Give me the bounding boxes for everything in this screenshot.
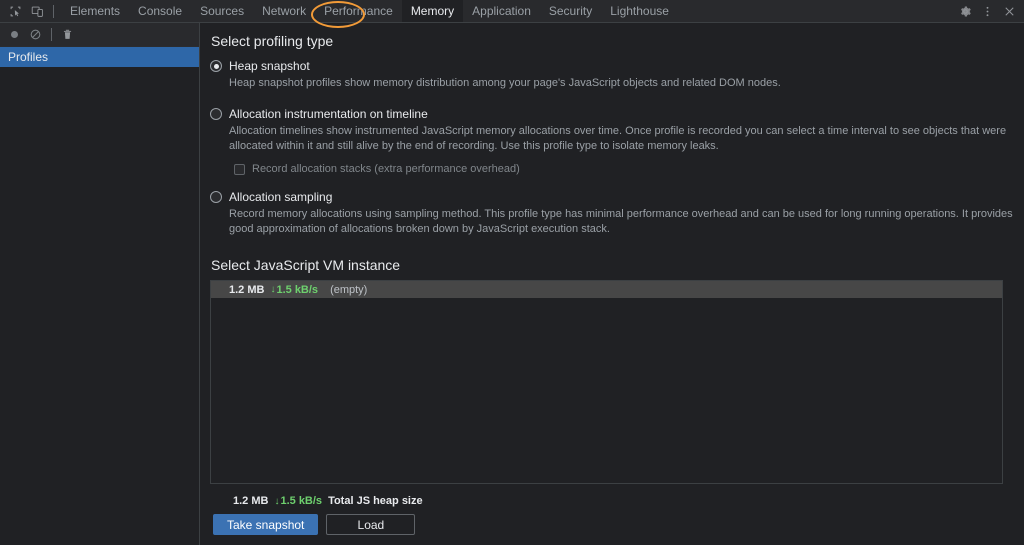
- profiling-type-title: Select profiling type: [211, 33, 1014, 49]
- tab-label: Console: [138, 4, 182, 18]
- radio-allocation-instrumentation[interactable]: [210, 108, 222, 120]
- take-snapshot-button[interactable]: Take snapshot: [213, 514, 318, 535]
- toolbar-divider: [53, 5, 54, 18]
- sidebar-toolbar: [0, 23, 199, 47]
- vm-rate-value: 1.5 kB/s: [276, 284, 318, 296]
- tab-application[interactable]: Application: [463, 0, 540, 22]
- memory-sidebar: Profiles: [0, 23, 200, 545]
- tab-label: Lighthouse: [610, 4, 669, 18]
- tab-label: Elements: [70, 4, 120, 18]
- checkbox-label: Record allocation stacks (extra performa…: [252, 163, 520, 175]
- memory-footer: 1.2 MB ↓1.5 kB/s Total JS heap size Take…: [210, 484, 1014, 545]
- sidebar-item-profiles[interactable]: Profiles: [0, 47, 199, 67]
- sidebar-toolbar-divider: [51, 28, 52, 41]
- tab-performance[interactable]: Performance: [315, 0, 402, 22]
- option-label: Heap snapshot: [229, 59, 310, 73]
- footer-rate-value: 1.5 kB/s: [280, 495, 322, 507]
- more-options-icon[interactable]: [976, 1, 998, 21]
- tab-label: Application: [472, 4, 531, 18]
- option-header: Heap snapshot: [210, 59, 1014, 73]
- vm-instance-row[interactable]: 1.2 MB ↓1.5 kB/s (empty): [211, 281, 1002, 298]
- trash-icon[interactable]: [57, 24, 78, 45]
- total-heap-status: 1.2 MB ↓1.5 kB/s Total JS heap size: [233, 495, 1014, 507]
- inspect-element-icon[interactable]: [4, 1, 26, 21]
- tab-label: Memory: [411, 4, 454, 18]
- tab-network[interactable]: Network: [253, 0, 315, 22]
- vm-instance-list[interactable]: 1.2 MB ↓1.5 kB/s (empty): [210, 280, 1003, 484]
- vm-heap-rate: ↓1.5 kB/s: [270, 284, 318, 296]
- tab-label: Sources: [200, 4, 244, 18]
- record-allocation-stacks-row[interactable]: Record allocation stacks (extra performa…: [234, 163, 1014, 175]
- profiling-option-allocation-sampling[interactable]: Allocation sampling Record memory alloca…: [210, 190, 1014, 237]
- tab-console[interactable]: Console: [129, 0, 191, 22]
- settings-gear-icon[interactable]: [954, 1, 976, 21]
- option-label: Allocation sampling: [229, 190, 332, 204]
- checkbox-record-allocation-stacks[interactable]: [234, 164, 245, 175]
- load-button[interactable]: Load: [326, 514, 415, 535]
- radio-allocation-sampling[interactable]: [210, 191, 222, 203]
- footer-heap-size: 1.2 MB: [233, 495, 268, 507]
- footer-heap-rate: ↓1.5 kB/s: [274, 495, 322, 507]
- devtools-window: Elements Console Sources Network Perform…: [0, 0, 1024, 545]
- panel-body: Profiles Select profiling type Heap snap…: [0, 23, 1024, 545]
- tab-elements[interactable]: Elements: [61, 0, 129, 22]
- option-header: Allocation instrumentation on timeline: [210, 107, 1014, 121]
- close-icon[interactable]: [998, 1, 1020, 21]
- vm-instance-name: (empty): [330, 284, 367, 296]
- footer-buttons: Take snapshot Load: [213, 514, 1014, 535]
- option-header: Allocation sampling: [210, 190, 1014, 204]
- panel-tabs: Elements Console Sources Network Perform…: [61, 0, 678, 22]
- memory-main-panel: Select profiling type Heap snapshot Heap…: [200, 23, 1024, 545]
- footer-status-label: Total JS heap size: [328, 495, 423, 507]
- clear-icon[interactable]: [25, 24, 46, 45]
- sidebar-item-label: Profiles: [8, 50, 48, 64]
- tab-security[interactable]: Security: [540, 0, 601, 22]
- main-toolbar: Elements Console Sources Network Perform…: [0, 0, 1024, 23]
- tab-sources[interactable]: Sources: [191, 0, 253, 22]
- tab-memory[interactable]: Memory: [402, 0, 463, 22]
- toolbar-left-icons: [0, 0, 61, 22]
- option-label: Allocation instrumentation on timeline: [229, 107, 428, 121]
- vm-heap-size: 1.2 MB: [229, 284, 264, 296]
- profiling-option-heap-snapshot[interactable]: Heap snapshot Heap snapshot profiles sho…: [210, 59, 1014, 91]
- option-description: Allocation timelines show instrumented J…: [229, 124, 1014, 154]
- option-description: Record memory allocations using sampling…: [229, 207, 1014, 237]
- tab-label: Network: [262, 4, 306, 18]
- tab-label: Security: [549, 4, 592, 18]
- vm-instance-title: Select JavaScript VM instance: [211, 257, 1014, 273]
- toolbar-right-icons: [954, 0, 1024, 22]
- tab-lighthouse[interactable]: Lighthouse: [601, 0, 678, 22]
- radio-heap-snapshot[interactable]: [210, 60, 222, 72]
- record-icon[interactable]: [4, 24, 25, 45]
- option-description: Heap snapshot profiles show memory distr…: [229, 76, 1014, 91]
- down-arrow-icon: ↓: [270, 284, 275, 295]
- down-arrow-icon: ↓: [274, 496, 279, 507]
- device-toolbar-icon[interactable]: [26, 1, 48, 21]
- profiling-option-allocation-timeline[interactable]: Allocation instrumentation on timeline A…: [210, 107, 1014, 175]
- tab-label: Performance: [324, 4, 393, 18]
